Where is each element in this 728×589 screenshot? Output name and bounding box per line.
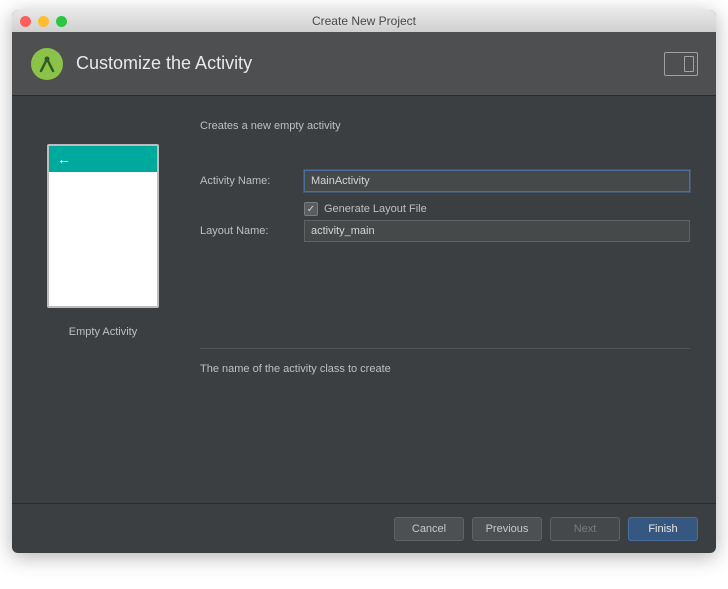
window-title: Create New Project: [12, 14, 716, 28]
layout-name-label: Layout Name:: [200, 225, 304, 237]
finish-button[interactable]: Finish: [628, 517, 698, 541]
layout-name-row: Layout Name:: [200, 220, 690, 242]
wizard-window: Create New Project Customize the Activit…: [12, 10, 716, 553]
activity-preview: ←: [47, 144, 159, 308]
checkmark-icon: ✓: [307, 204, 315, 215]
device-selector-icon[interactable]: [664, 52, 698, 76]
preview-column: ← Empty Activity: [38, 120, 168, 503]
wizard-footer: Cancel Previous Next Finish: [12, 503, 716, 553]
preview-label: Empty Activity: [69, 326, 137, 338]
previous-button[interactable]: Previous: [472, 517, 542, 541]
help-text: The name of the activity class to create: [200, 363, 690, 375]
content-area: ← Empty Activity Creates a new empty act…: [12, 96, 716, 503]
activity-name-input[interactable]: [304, 170, 690, 192]
form-description: Creates a new empty activity: [200, 120, 690, 132]
cancel-button[interactable]: Cancel: [394, 517, 464, 541]
back-arrow-icon: ←: [57, 151, 71, 167]
layout-name-input[interactable]: [304, 220, 690, 242]
titlebar: Create New Project: [12, 10, 716, 32]
activity-name-label: Activity Name:: [200, 175, 304, 187]
divider: [200, 348, 690, 349]
form-column: Creates a new empty activity Activity Na…: [200, 120, 690, 503]
android-studio-icon: [30, 47, 64, 81]
generate-layout-label: Generate Layout File: [324, 203, 427, 215]
preview-appbar: ←: [49, 146, 157, 172]
header-title: Customize the Activity: [76, 53, 664, 74]
next-button: Next: [550, 517, 620, 541]
generate-layout-row[interactable]: ✓ Generate Layout File: [304, 202, 690, 216]
generate-layout-checkbox[interactable]: ✓: [304, 202, 318, 216]
wizard-header: Customize the Activity: [12, 32, 716, 96]
activity-name-row: Activity Name:: [200, 170, 690, 192]
